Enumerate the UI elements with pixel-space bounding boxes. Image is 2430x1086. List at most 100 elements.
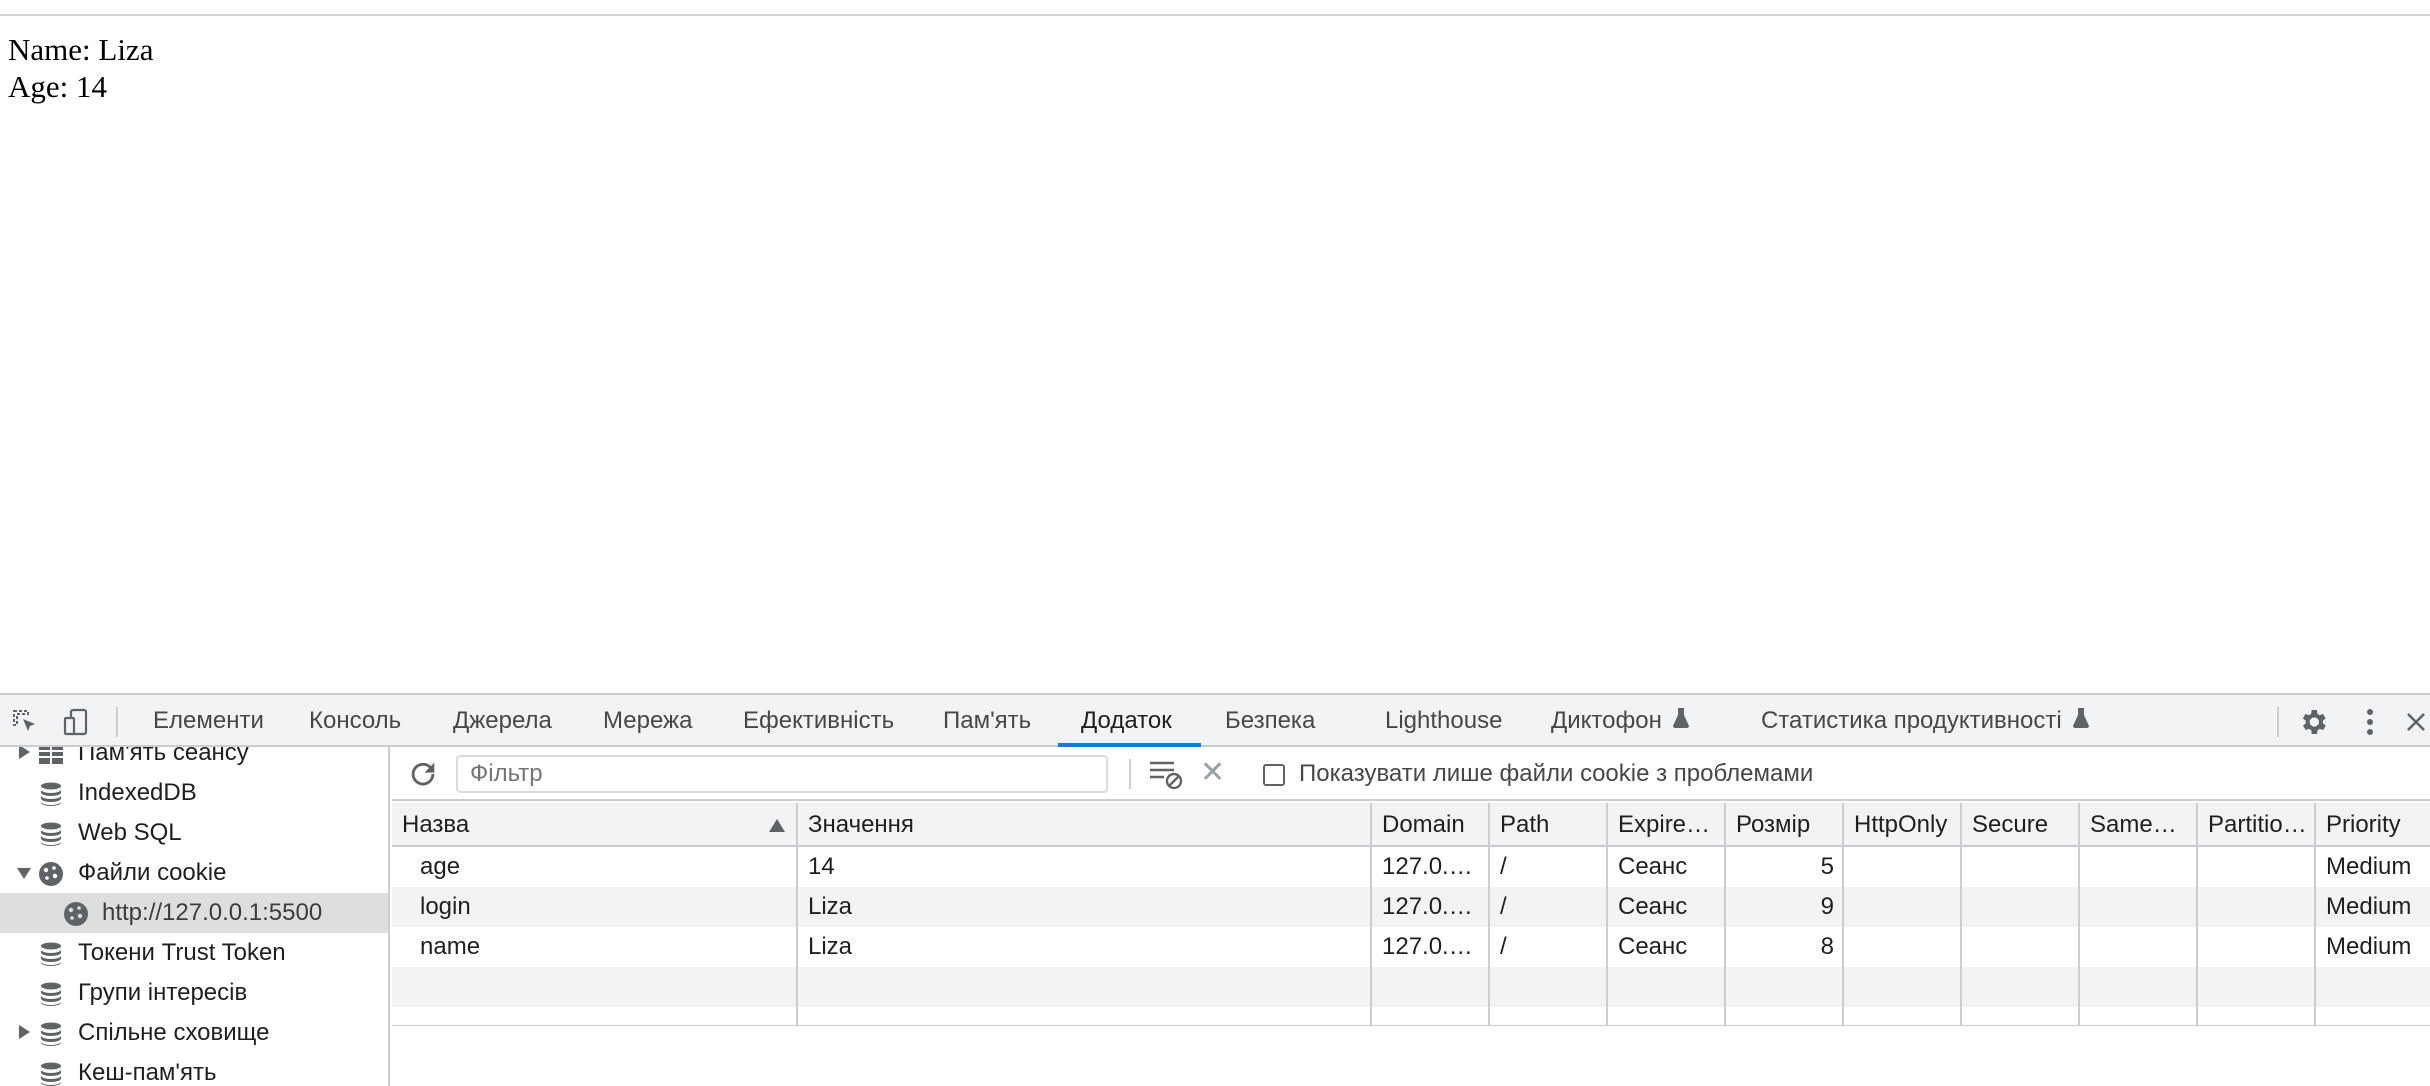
database-icon — [38, 1021, 64, 1047]
sidebar-item-session-storage[interactable]: Пам'ять сеансу — [0, 747, 388, 773]
sort-ascending-icon — [769, 819, 785, 832]
cell-expires: Сеанс — [1618, 893, 1688, 920]
column-header-size[interactable]: Розмір — [1726, 803, 1842, 847]
column-header-expires[interactable]: Expire… — [1608, 803, 1724, 847]
sidebar-item-cache-storage[interactable]: Кеш-пам'ять — [0, 1053, 388, 1086]
delete-selected-icon[interactable]: ✕ — [1200, 755, 1225, 791]
column-header-samesite[interactable]: Same… — [2080, 803, 2196, 847]
cell-name: name — [420, 933, 481, 960]
cell-name: login — [420, 893, 471, 920]
kebab-menu-icon[interactable] — [2353, 705, 2387, 739]
column-divider[interactable] — [1488, 803, 1490, 1026]
close-icon[interactable] — [2404, 705, 2430, 739]
sidebar-item-interest-groups[interactable]: Групи інтересів — [0, 973, 388, 1013]
column-header-secure[interactable]: Secure — [1962, 803, 2078, 847]
cell-path: / — [1500, 893, 1507, 920]
cell-priority: Medium — [2326, 893, 2412, 920]
cell-size: 8 — [1820, 933, 1834, 960]
table-row[interactable]: login Liza 127.0.… / Сеанс 9 Medium — [392, 887, 2430, 927]
viewport-top-border — [0, 14, 2430, 16]
column-divider[interactable] — [2314, 803, 2316, 1026]
cookies-panel: ✕ Показувати лише файли cookie з проблем… — [392, 747, 2430, 1086]
table-row[interactable]: age 14 127.0.… / Сеанс 5 Medium — [392, 847, 2430, 887]
experiment-flask-icon — [2072, 696, 2090, 748]
column-header-value[interactable]: Значення — [798, 803, 1370, 847]
toolbar-separator — [2277, 707, 2279, 737]
cell-domain: 127.0.… — [1382, 893, 1473, 920]
cell-priority: Medium — [2326, 853, 2412, 880]
column-divider[interactable] — [796, 803, 798, 1026]
tab-memory[interactable]: Пам'ять — [943, 695, 1031, 747]
column-divider[interactable] — [2078, 803, 2080, 1026]
sidebar-item-websql[interactable]: Web SQL — [0, 813, 388, 853]
table-header: Назва Значення Domain Path Expire… Розмі… — [392, 803, 2430, 847]
cell-expires: Сеанс — [1618, 933, 1688, 960]
sidebar-item-label: Токени Trust Token — [78, 939, 286, 966]
cell-priority: Medium — [2326, 933, 2412, 960]
column-header-path[interactable]: Path — [1490, 803, 1606, 847]
sidebar-item-label: Пам'ять сеансу — [78, 747, 249, 766]
only-issues-checkbox[interactable] — [1263, 764, 1285, 786]
column-divider[interactable] — [1960, 803, 1962, 1026]
only-issues-label: Показувати лише файли cookie з проблемам… — [1299, 760, 1814, 787]
toolbar-separator — [116, 707, 118, 737]
cookie-icon — [38, 861, 64, 887]
devtools-toolbar: Елементи Консоль Джерела Мережа Ефективн… — [0, 693, 2430, 747]
gear-icon[interactable] — [2296, 705, 2330, 739]
column-divider[interactable] — [2196, 803, 2198, 1026]
tab-application[interactable]: Додаток — [1081, 695, 1172, 747]
cell-domain: 127.0.… — [1382, 933, 1473, 960]
cell-expires: Сеанс — [1618, 853, 1688, 880]
table-icon — [38, 747, 64, 767]
tab-lighthouse[interactable]: Lighthouse — [1385, 695, 1502, 747]
tab-sources[interactable]: Джерела — [453, 695, 552, 747]
cookies-table: Назва Значення Domain Path Expire… Розмі… — [392, 803, 2430, 1026]
sidebar-item-indexeddb[interactable]: IndexedDB — [0, 773, 388, 813]
sidebar-item-cookies[interactable]: Файли cookie — [0, 853, 388, 893]
inspect-element-icon[interactable] — [8, 705, 42, 739]
sidebar-item-label: Групи інтересів — [78, 979, 248, 1006]
database-icon — [38, 981, 64, 1007]
column-header-domain[interactable]: Domain — [1372, 803, 1488, 847]
sidebar-item-label: IndexedDB — [78, 779, 197, 806]
tab-security[interactable]: Безпека — [1225, 695, 1315, 747]
experiment-flask-icon — [1672, 696, 1690, 748]
tab-network[interactable]: Мережа — [603, 695, 692, 747]
table-bottom-border — [392, 1025, 2430, 1026]
tab-elements[interactable]: Елементи — [153, 695, 264, 747]
cookie-preview-area — [392, 1028, 2430, 1086]
cell-domain: 127.0.… — [1382, 853, 1473, 880]
filter-input[interactable] — [456, 755, 1108, 793]
tab-performance-insights[interactable]: Статистика продуктивності — [1761, 695, 2090, 747]
column-divider[interactable] — [1842, 803, 1844, 1026]
filter-bar-separator — [1129, 759, 1131, 789]
tab-performance-insights-label: Статистика продуктивності — [1761, 707, 2062, 734]
column-header-priority[interactable]: Priority — [2316, 803, 2430, 847]
expand-arrow-icon[interactable] — [19, 1025, 30, 1039]
tab-recorder[interactable]: Диктофон — [1551, 695, 1690, 747]
sidebar-item-cookie-origin[interactable]: http://127.0.0.1:5500 — [0, 893, 388, 933]
cell-value: 14 — [808, 853, 835, 880]
column-divider[interactable] — [1606, 803, 1608, 1026]
column-header-name[interactable]: Назва — [392, 803, 796, 847]
cookies-filter-bar: ✕ Показувати лише файли cookie з проблем… — [392, 747, 2430, 801]
sidebar-item-label: Файли cookie — [78, 859, 227, 886]
tab-console[interactable]: Консоль — [309, 695, 401, 747]
cell-name: age — [420, 853, 461, 880]
sidebar-item-shared-storage[interactable]: Спільне сховище — [0, 1013, 388, 1053]
sidebar-item-trust-tokens[interactable]: Токени Trust Token — [0, 933, 388, 973]
column-divider[interactable] — [1724, 803, 1726, 1026]
column-header-partition-key[interactable]: Partitio… — [2198, 803, 2314, 847]
column-header-httponly[interactable]: HttpOnly — [1844, 803, 1960, 847]
tab-performance[interactable]: Ефективність — [743, 695, 894, 747]
clear-filtered-cookies-icon[interactable] — [1148, 757, 1184, 791]
expand-arrow-icon[interactable] — [19, 747, 30, 759]
collapse-arrow-icon[interactable] — [17, 868, 31, 879]
cell-size: 9 — [1820, 893, 1834, 920]
application-sidebar: Пам'ять сеансу IndexedDB Web SQL Файли c… — [0, 747, 390, 1086]
refresh-icon[interactable] — [406, 757, 440, 791]
column-divider[interactable] — [1370, 803, 1372, 1026]
empty-table-row — [392, 1007, 2430, 1026]
table-row[interactable]: name Liza 127.0.… / Сеанс 8 Medium — [392, 927, 2430, 967]
device-toggle-icon[interactable] — [60, 705, 94, 739]
